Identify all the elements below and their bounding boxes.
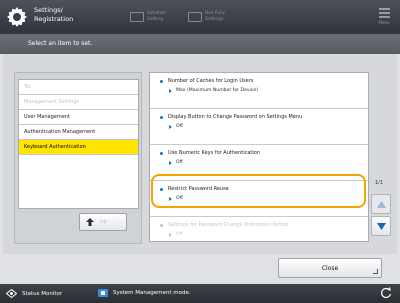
initialize-icon xyxy=(130,12,144,22)
header-bar: Settings/ Registration Initialize Setting… xyxy=(0,0,400,34)
up-arrow-icon xyxy=(86,218,94,226)
setting-item-login-caches[interactable]: Number of Caches for Login Users Max (Ma… xyxy=(150,73,368,109)
setting-title: Display Button to Change Password on Set… xyxy=(160,114,368,120)
settings-tree-panel: Tol Management Settings User Management … xyxy=(14,72,142,244)
close-button-label: Close xyxy=(321,264,339,272)
instruction-bar: Select an item to set. xyxy=(0,34,400,54)
setting-item-password-change-prohibition[interactable]: Settings for Password Change Prohibition… xyxy=(150,217,368,241)
setting-value: Off xyxy=(160,124,368,129)
system-management-icon xyxy=(98,289,108,297)
system-mode-label: System Management mode. xyxy=(113,290,191,296)
triangle-down-icon xyxy=(376,222,386,230)
scroll-up-button[interactable] xyxy=(371,194,391,214)
menu-icon xyxy=(378,8,390,10)
refresh-icon xyxy=(381,287,392,298)
scroll-down-button[interactable] xyxy=(371,216,391,236)
corner-mark-icon xyxy=(373,269,378,274)
use-func-settings-button[interactable]: Use Func Settings xyxy=(188,7,225,27)
close-button[interactable]: Close xyxy=(278,258,382,278)
settings-list: Number of Caches for Login Users Max (Ma… xyxy=(149,72,369,242)
tree-item-keyboard-authentication[interactable]: Keyboard Authentication xyxy=(19,140,138,155)
status-bar: Status Monitor System Management mode. xyxy=(0,284,400,303)
triangle-up-icon xyxy=(376,200,386,208)
settings-gear-icon xyxy=(7,7,27,27)
setting-value: Off xyxy=(160,160,368,165)
setting-title: Number of Caches for Login Users xyxy=(160,78,368,84)
setting-value: Max (Maximum Number for Device) xyxy=(160,88,368,93)
system-mode-indicator: System Management mode. xyxy=(98,289,191,297)
settings-tree-list: Tol Management Settings User Management … xyxy=(18,79,139,209)
initialize-setting-button[interactable]: Initialize Setting xyxy=(130,7,166,27)
menu-button[interactable]: Menu xyxy=(376,6,392,28)
setting-title: Settings for Password Change Prohibition… xyxy=(160,222,368,228)
home-refresh-button[interactable] xyxy=(380,287,392,301)
use-func-icon xyxy=(188,12,202,22)
setting-value: Off xyxy=(160,232,368,237)
status-monitor-button[interactable]: Status Monitor xyxy=(6,289,62,298)
tree-item-management-settings[interactable]: Management Settings xyxy=(19,95,138,110)
page-title: Settings/ Registration xyxy=(34,6,74,23)
status-monitor-label: Status Monitor xyxy=(22,290,63,297)
tree-item-authentication-management[interactable]: Authentication Management xyxy=(19,125,138,140)
up-button[interactable]: Up xyxy=(79,213,127,231)
focus-highlight-frame xyxy=(151,174,366,208)
setting-title: Use Numeric Keys for Authentication xyxy=(160,150,368,156)
setting-item-change-password-button[interactable]: Display Button to Change Password on Set… xyxy=(150,109,368,145)
tree-item-user-management[interactable]: User Management xyxy=(19,110,138,125)
page-counter: 1/1 xyxy=(375,180,384,186)
status-monitor-icon xyxy=(6,289,17,298)
instruction-text: Select an item to set. xyxy=(28,40,93,47)
tree-item-tol[interactable]: Tol xyxy=(19,80,138,95)
up-button-label: Up xyxy=(100,219,107,225)
